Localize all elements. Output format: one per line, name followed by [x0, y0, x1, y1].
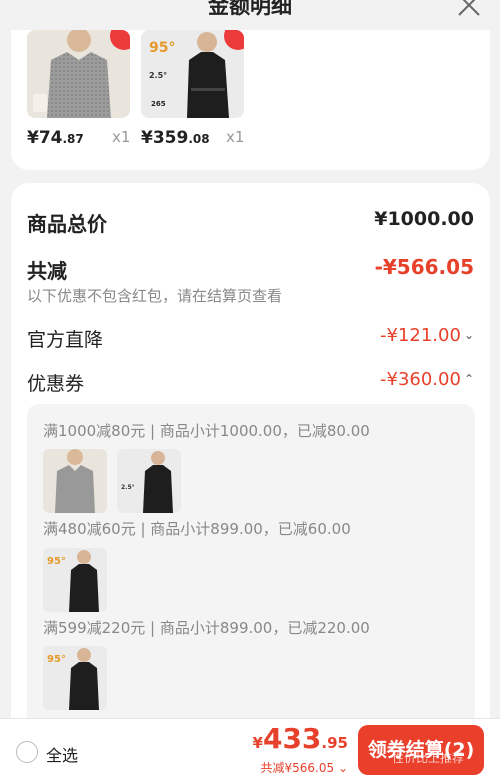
saved-amount[interactable]: 共减¥566.05 ⌄ [261, 759, 349, 776]
discount-value: -¥566.05 [374, 255, 474, 279]
total-label: 商品总价 [27, 212, 107, 236]
product-qty: x1 [226, 128, 245, 146]
product-price: ¥74.87 [27, 128, 84, 148]
total-decimal: .95 [321, 734, 348, 752]
direct-discount-label: 官方直降 [27, 329, 104, 351]
badge-95: 95° [47, 556, 66, 567]
product-image-shirt[interactable] [27, 30, 130, 118]
total-integer: 433 [262, 722, 322, 755]
chevron-down-icon[interactable]: ⌄ [464, 328, 474, 342]
chevron-down-icon: ⌄ [334, 761, 348, 775]
svg-text:265: 265 [151, 100, 166, 108]
saved-text: 共减¥566.05 [260, 761, 335, 775]
coupon-product-shirt[interactable] [43, 449, 107, 513]
price-breakdown-card: 商品总价 ¥1000.00 共减 -¥566.05 以下优惠不包含红包，请在结算… [11, 183, 490, 744]
price-decimal: .87 [62, 132, 84, 146]
coupon-detail-1: 满1000减80元 | 商品小计1000.00，已减80.00 [43, 422, 370, 440]
discount-row: 共减 -¥566.05 [27, 255, 474, 284]
close-icon[interactable] [456, 0, 482, 18]
select-all-radio[interactable] [16, 741, 38, 763]
product-qty: x1 [112, 128, 131, 146]
direct-discount-value: -¥121.00 ⌄ [380, 325, 474, 346]
direct-discount-amount: -¥121.00 [380, 325, 461, 346]
coupon-label: 优惠券 [27, 373, 85, 395]
direct-discount-row[interactable]: 官方直降 -¥121.00 ⌄ [27, 325, 474, 352]
coupon-detail-2: 满480减60元 | 商品小计899.00，已减60.00 [43, 520, 351, 538]
coupon-detail-3: 满599减220元 | 商品小计899.00，已减220.00 [43, 619, 370, 637]
discount-label: 共减 [27, 259, 67, 283]
coupon-product-jacket[interactable]: 95° [43, 548, 107, 612]
watermark-text: 性价比上推荐 [392, 751, 465, 765]
price-integer: ¥74 [27, 128, 63, 148]
product-image-jacket[interactable]: 95° 2.5° 265 [141, 30, 244, 118]
currency-symbol: ¥ [252, 734, 263, 752]
badge-95: 95° [47, 654, 66, 665]
checkout-bar: 全选 ¥433.95 共减¥566.05 ⌄ 领券结算(2) 性价比上推荐 [0, 718, 500, 777]
coupon-row[interactable]: 优惠券 -¥360.00 ⌃ [27, 369, 474, 396]
badge-95: 95° [149, 40, 175, 56]
chevron-up-icon[interactable]: ⌃ [464, 372, 474, 386]
price-decimal: .08 [188, 132, 210, 146]
coupon-amount: -¥360.00 [380, 369, 461, 390]
modal-title: 金额明细 [208, 0, 292, 18]
price-integer: ¥359 [141, 128, 189, 148]
total-row: 商品总价 ¥1000.00 [27, 208, 474, 237]
product-summary-card: ¥74.87 x1 95° 2.5° 265 ¥359.08 x1 [11, 30, 490, 170]
coupon-detail-box: 满1000减80元 | 商品小计1000.00，已减80.00 2.5° 满48… [27, 404, 475, 744]
total-value: ¥1000.00 [374, 208, 474, 230]
product-price: ¥359.08 [141, 128, 210, 148]
final-total: ¥433.95 [253, 722, 348, 755]
coupon-value: -¥360.00 ⌃ [380, 369, 474, 390]
discount-note: 以下优惠不包含红包，请在结算页查看 [27, 287, 283, 305]
select-all-label[interactable]: 全选 [46, 742, 78, 766]
svg-text:2.5°: 2.5° [121, 484, 135, 491]
svg-text:2.5°: 2.5° [149, 71, 167, 80]
coupon-product-jacket[interactable]: 95° [43, 646, 107, 710]
coupon-product-jacket[interactable]: 2.5° [117, 449, 181, 513]
discount-note-row: 以下优惠不包含红包，请在结算页查看 [27, 285, 474, 306]
